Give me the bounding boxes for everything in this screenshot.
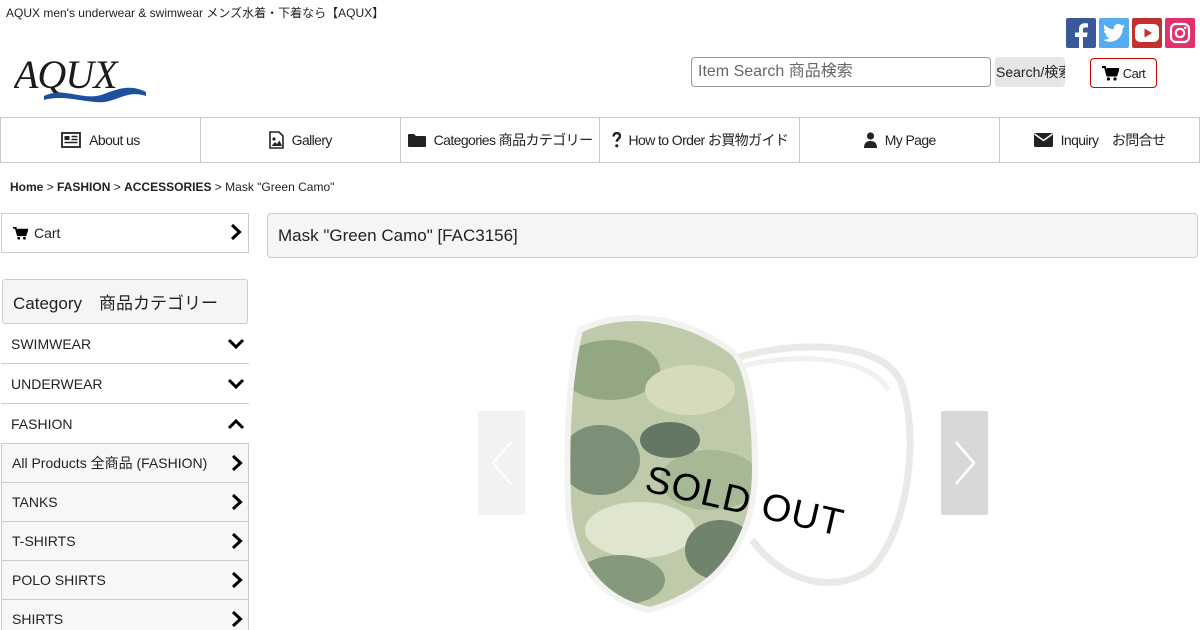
search-bar: Search/検索	[691, 57, 1065, 87]
chevron-right-icon	[231, 532, 243, 550]
nav-label: Gallery	[291, 132, 333, 148]
nav-gallery[interactable]: Gallery	[199, 118, 400, 162]
chevron-right-icon	[231, 571, 243, 589]
subcategory-all-products[interactable]: All Products 全商品 (FASHION)	[1, 444, 249, 483]
subcategory-label: TANKS	[12, 494, 58, 510]
subcategory-label: SHIRTS	[12, 611, 64, 627]
breadcrumb-accessories[interactable]: ACCESSORIES	[124, 180, 211, 194]
nav-label: About us	[89, 132, 140, 148]
subcategory-polo-shirts[interactable]: POLO SHIRTS	[1, 561, 249, 600]
category-label: FASHION	[11, 415, 73, 432]
category-underwear[interactable]: UNDERWEAR	[1, 364, 249, 404]
nav-label: How to Order お買物ガイド	[628, 132, 789, 148]
cart-icon	[13, 226, 28, 240]
breadcrumb-separator: >	[113, 180, 121, 194]
breadcrumb: Home > FASHION > ACCESSORIES > Mask "Gre…	[10, 180, 334, 194]
global-nav: About us Gallery Categories 商品カテゴリー How …	[0, 117, 1200, 163]
chevron-right-icon	[230, 223, 242, 241]
folder-icon	[407, 133, 426, 147]
category-swimwear[interactable]: SWIMWEAR	[1, 324, 249, 364]
nav-label: Inquiry お問合せ	[1060, 132, 1166, 148]
nav-label: My Page	[884, 132, 937, 148]
subcategory-label: POLO SHIRTS	[12, 572, 106, 588]
nav-label: Categories 商品カテゴリー	[433, 132, 593, 148]
search-input[interactable]	[691, 57, 991, 87]
twitter-icon[interactable]	[1099, 18, 1129, 48]
nav-about-us[interactable]: About us	[0, 118, 200, 162]
nav-how-to-order[interactable]: How to Order お買物ガイド	[599, 118, 799, 162]
product-title: Mask "Green Camo" [FAC3156]	[267, 213, 1198, 258]
nav-inquiry[interactable]: Inquiry お問合せ	[999, 118, 1200, 162]
social-links	[1066, 18, 1195, 48]
subcategory-shirts[interactable]: SHIRTS	[1, 600, 249, 630]
user-icon	[863, 132, 877, 148]
sidebar-cart-link[interactable]: Cart	[1, 213, 249, 253]
chevron-up-icon	[227, 418, 245, 429]
category-list: SWIMWEAR UNDERWEAR FASHION All Products …	[1, 324, 249, 630]
category-label: UNDERWEAR	[11, 375, 103, 392]
gallery-prev-button[interactable]	[478, 411, 525, 515]
chevron-right-icon	[954, 441, 976, 485]
site-tagline: AQUX men's underwear & swimwear メンズ水着・下着…	[6, 6, 385, 20]
logo-text: AQUX	[14, 56, 119, 97]
chevron-left-icon	[490, 441, 512, 485]
chevron-right-icon	[231, 454, 243, 472]
breadcrumb-separator: >	[214, 180, 222, 194]
search-button[interactable]: Search/検索	[995, 57, 1065, 87]
cart-icon	[1101, 65, 1119, 81]
nav-categories[interactable]: Categories 商品カテゴリー	[399, 118, 600, 162]
instagram-icon[interactable]	[1165, 18, 1195, 48]
sidebar-cart-label: Cart	[34, 225, 61, 241]
chevron-right-icon	[231, 493, 243, 511]
subcategory-t-shirts[interactable]: T-SHIRTS	[1, 522, 249, 561]
subcategory-tanks[interactable]: TANKS	[1, 483, 249, 522]
nav-my-page[interactable]: My Page	[799, 118, 999, 162]
facebook-icon[interactable]	[1066, 18, 1096, 48]
category-label: SWIMWEAR	[11, 335, 92, 352]
chevron-down-icon	[227, 378, 245, 389]
header-cart-label: Cart	[1122, 65, 1146, 81]
breadcrumb-current: Mask "Green Camo"	[225, 180, 335, 194]
product-gallery: SOLD OUT	[478, 300, 988, 630]
question-icon	[611, 132, 621, 148]
category-fashion[interactable]: FASHION	[1, 404, 249, 444]
subcategory-label: All Products 全商品 (FASHION)	[12, 455, 208, 471]
breadcrumb-home[interactable]: Home	[10, 180, 43, 194]
site-logo[interactable]: AQUX	[11, 52, 148, 110]
chevron-down-icon	[227, 338, 245, 349]
breadcrumb-separator: >	[46, 180, 54, 194]
chevron-right-icon	[231, 610, 243, 628]
envelope-icon	[1033, 133, 1053, 147]
image-icon	[268, 131, 284, 149]
gallery-next-button[interactable]	[941, 411, 988, 515]
youtube-icon[interactable]	[1132, 18, 1162, 48]
newspaper-icon	[61, 132, 82, 148]
subcategory-label: T-SHIRTS	[12, 533, 76, 549]
breadcrumb-fashion[interactable]: FASHION	[57, 180, 110, 194]
product-image[interactable]	[540, 300, 930, 630]
category-heading: Category 商品カテゴリー	[2, 279, 248, 324]
header-cart-button[interactable]: Cart	[1090, 58, 1157, 88]
